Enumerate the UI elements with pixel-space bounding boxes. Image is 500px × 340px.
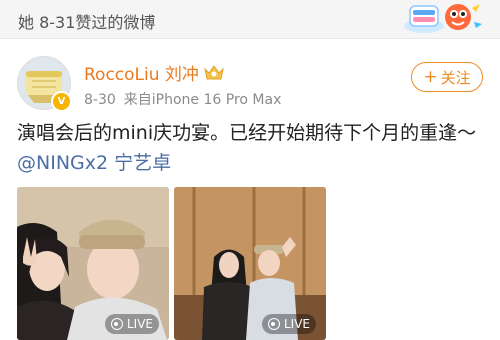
live-photo-badge[interactable]: LIVE — [104, 314, 159, 334]
national-day-badge-icon[interactable] — [402, 0, 486, 36]
post-text: 演唱会后的mini庆功宴。已经开始期待下个月的重逢～ @NINGx2 宁艺卓 — [17, 118, 487, 178]
post-photo-2[interactable]: LIVE — [174, 187, 326, 340]
post-body: 演唱会后的mini庆功宴。已经开始期待下个月的重逢～ — [17, 122, 477, 144]
header-divider — [0, 38, 500, 39]
author-name[interactable]: RoccoLiu 刘冲 — [84, 60, 199, 85]
plus-icon: + — [423, 67, 438, 87]
post-photo-1[interactable]: LIVE — [17, 187, 169, 340]
follow-button[interactable]: + 关注 — [411, 62, 483, 92]
vip-crown-icon[interactable] — [203, 63, 225, 81]
post-date: 8-30 — [84, 92, 116, 108]
page-title: 她 8-31赞过的微博 — [18, 13, 156, 32]
mention-link[interactable]: @NINGx2 宁艺卓 — [17, 152, 171, 174]
post-meta: 8-30 来自iPhone 16 Pro Max — [84, 89, 281, 109]
live-photo-badge[interactable]: LIVE — [261, 314, 316, 334]
follow-label: 关注 — [440, 68, 471, 87]
author-row: RoccoLiu 刘冲 — [84, 60, 225, 85]
post-source: 来自iPhone 16 Pro Max — [123, 92, 282, 108]
page-header: 她 8-31赞过的微博 — [0, 0, 500, 38]
live-label: LIVE — [126, 317, 153, 331]
verified-badge-icon: V — [51, 91, 72, 112]
live-icon — [267, 318, 280, 330]
live-icon — [110, 318, 123, 330]
live-label: LIVE — [283, 317, 310, 331]
